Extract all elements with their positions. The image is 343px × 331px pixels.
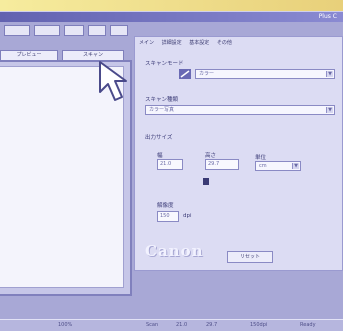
mouse-pointer-icon bbox=[99, 61, 127, 101]
color-mode-icon bbox=[179, 69, 191, 79]
chevron-down-icon: ▼ bbox=[326, 71, 333, 77]
chevron-down-icon: ▼ bbox=[326, 107, 333, 113]
title-bar: Plus C bbox=[0, 12, 343, 22]
scan-type-value: カラー写真 bbox=[149, 107, 175, 113]
zoom-out-icon[interactable] bbox=[34, 25, 60, 36]
status-bar: 100% Scan 21.0 29.7 150dpi Ready bbox=[0, 319, 343, 331]
unit-select[interactable]: cm ▼ bbox=[255, 161, 301, 171]
scan-mode-value: カラー bbox=[199, 71, 215, 77]
status-mode: Scan bbox=[146, 322, 159, 328]
tab-basic[interactable]: 基本設定 bbox=[189, 40, 209, 46]
unit-label: 単位 bbox=[255, 155, 267, 161]
status-zoom: 100% bbox=[58, 322, 73, 328]
toolbar bbox=[0, 24, 132, 40]
tab-other[interactable]: その他 bbox=[217, 40, 232, 46]
scan-mode-label: スキャンモード bbox=[145, 61, 184, 67]
status-width: 21.0 bbox=[176, 322, 188, 328]
tab-main[interactable]: メイン bbox=[139, 40, 154, 46]
output-size-label: 出力サイズ bbox=[145, 135, 173, 141]
chevron-down-icon: ▼ bbox=[292, 163, 299, 169]
fit-icon[interactable] bbox=[64, 25, 84, 36]
resolution-label: 解像度 bbox=[157, 203, 174, 209]
scan-type-label: スキャン種類 bbox=[145, 97, 179, 103]
height-label: 高さ bbox=[205, 153, 217, 159]
status-height: 29.7 bbox=[206, 322, 218, 328]
width-label: 幅 bbox=[157, 153, 163, 159]
reset-button[interactable]: リセット bbox=[227, 251, 273, 263]
info-icon[interactable] bbox=[110, 25, 128, 36]
scan-mode-select[interactable]: カラー ▼ bbox=[195, 69, 335, 79]
unit-value: cm bbox=[259, 163, 267, 169]
tab-advanced[interactable]: 詳細設定 bbox=[162, 40, 182, 46]
settings-tabs: メイン 詳細設定 基本設定 その他 bbox=[139, 39, 238, 47]
height-input[interactable]: 29.7 bbox=[205, 159, 239, 170]
zoom-in-icon[interactable] bbox=[4, 25, 30, 36]
width-input[interactable]: 21.0 bbox=[157, 159, 183, 170]
status-ready: Ready bbox=[300, 322, 316, 328]
lock-aspect-icon[interactable] bbox=[203, 178, 209, 185]
resolution-unit: dpi bbox=[183, 213, 192, 219]
scanner-window: Plus C プレビュー スキャン メイン 詳細設定 基本設定 その他 スキャン… bbox=[0, 11, 343, 331]
rotate-icon[interactable] bbox=[88, 25, 106, 36]
scan-type-select[interactable]: カラー写真 ▼ bbox=[145, 105, 335, 115]
desktop-strip bbox=[0, 0, 343, 11]
resolution-input[interactable]: 150 bbox=[157, 211, 179, 222]
status-resolution: 150dpi bbox=[250, 322, 268, 328]
settings-panel: メイン 詳細設定 基本設定 その他 スキャンモード カラー ▼ スキャン種類 カ… bbox=[134, 36, 343, 271]
app-title: Plus C bbox=[318, 13, 337, 20]
canon-logo: Canon bbox=[145, 242, 204, 260]
